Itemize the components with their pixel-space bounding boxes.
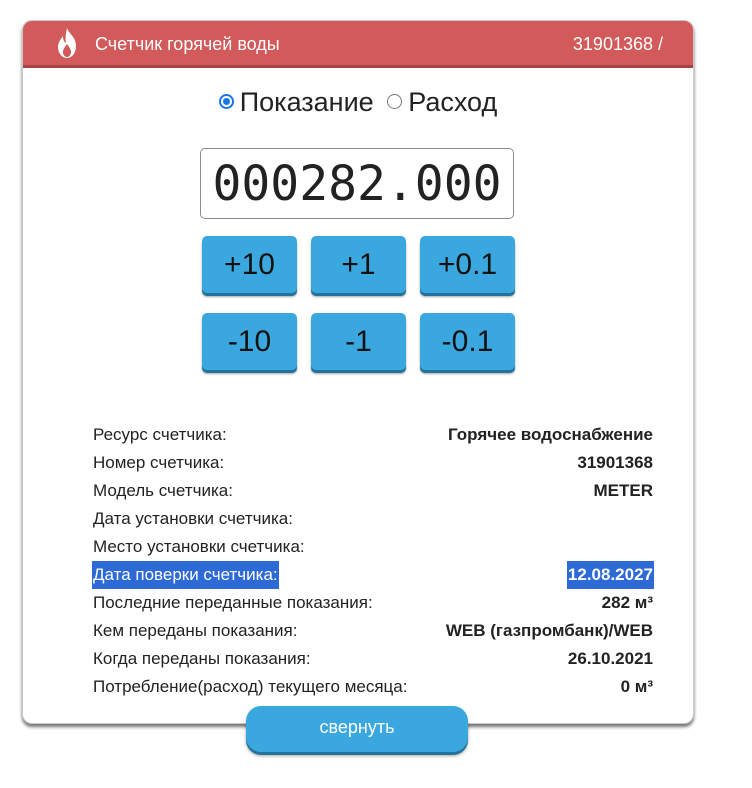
meter-info-table: Ресурс счетчика: Горячее водоснабжение Н… [92, 421, 654, 701]
info-row-resource: Ресурс счетчика: Горячее водоснабжение [92, 421, 654, 449]
mode-consumption-label: Расход [408, 86, 498, 117]
info-value: 0 м³ [620, 677, 653, 696]
info-value: 26.10.2021 [567, 649, 653, 668]
info-label: Ресурс счетчика: [93, 425, 227, 444]
mode-reading-option[interactable]: Показание [218, 85, 374, 119]
info-row-submitted-by: Кем переданы показания: WEB (газпромбанк… [92, 617, 654, 645]
info-row-submitted-date: Когда переданы показания: 26.10.2021 [92, 645, 654, 673]
info-value: 282 м³ [601, 593, 653, 612]
info-label: Модель счетчика: [93, 481, 233, 500]
plus-1-button[interactable]: +1 [311, 236, 406, 293]
card-title: Счетчик горячей воды [95, 34, 280, 54]
collapse-button[interactable]: свернуть [246, 706, 468, 752]
flame-icon [58, 28, 76, 58]
info-label: Дата поверки счетчика: [92, 561, 279, 589]
meter-serial: 31901368 / [572, 34, 663, 54]
info-row-install-place: Место установки счетчика: [92, 533, 654, 561]
info-row-monthly-consumption: Потребление(расход) текущего месяца: 0 м… [92, 673, 654, 701]
info-value: Горячее водоснабжение [447, 425, 653, 444]
info-label: Дата установки счетчика: [93, 509, 293, 528]
mode-reading-label: Показание [239, 86, 374, 117]
plus-10-button[interactable]: +10 [202, 236, 297, 293]
info-row-install-date: Дата установки счетчика: [92, 505, 654, 533]
info-label: Номер счетчика: [93, 453, 225, 472]
minus-1-button[interactable]: -1 [311, 313, 406, 370]
info-row-verification-date: Дата поверки счетчика: 12.08.2027 [92, 561, 654, 589]
info-value: 12.08.2027 [566, 561, 654, 589]
info-row-model: Модель счетчика: METER [92, 477, 654, 505]
info-row-number: Номер счетчика: 31901368 [92, 449, 654, 477]
info-value: 31901368 [577, 453, 653, 472]
meter-card: Счетчик горячей воды 31901368 / Показани… [22, 20, 694, 724]
info-value: METER [593, 481, 654, 500]
info-label: Последние переданные показания: [93, 593, 373, 612]
minus-0-1-button[interactable]: -0.1 [420, 313, 515, 370]
info-row-last-reading: Последние переданные показания: 282 м³ [92, 589, 654, 617]
info-value: WEB (газпромбанк)/WEB [445, 621, 653, 640]
info-label: Кем переданы показания: [93, 621, 298, 640]
plus-0-1-button[interactable]: +0.1 [420, 236, 515, 293]
minus-10-button[interactable]: -10 [202, 313, 297, 370]
radio-reading[interactable] [218, 94, 234, 109]
mode-consumption-option[interactable]: Расход [387, 85, 497, 119]
info-label: Когда переданы показания: [93, 649, 311, 668]
radio-consumption[interactable] [387, 94, 403, 109]
card-header: Счетчик горячей воды 31901368 / [23, 21, 693, 68]
mode-selector: Показание Расход [23, 83, 693, 119]
reading-display[interactable]: 000282.000 [200, 148, 514, 219]
info-label: Потребление(расход) текущего месяца: [93, 677, 408, 696]
info-label: Место установки счетчика: [93, 537, 305, 556]
